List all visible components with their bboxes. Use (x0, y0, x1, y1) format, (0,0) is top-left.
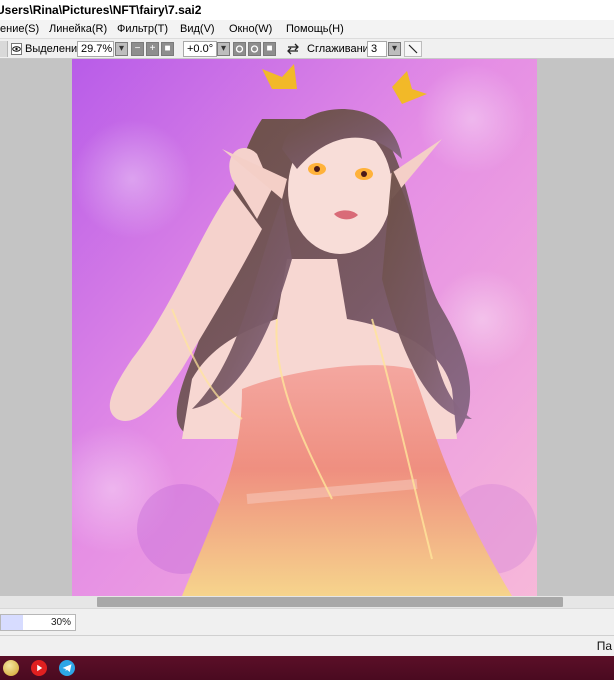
lower-panel: 30% Па (0, 608, 614, 656)
app-icon[interactable] (3, 660, 19, 676)
menu-view[interactable]: Вид(V) (180, 20, 215, 38)
rotation-dropdown-button[interactable]: ▾ (217, 42, 230, 56)
youtube-icon[interactable] (31, 660, 47, 676)
flip-icon[interactable] (286, 42, 300, 56)
title-bar: Users\Rina\Pictures\NFT\fairy\7.sai2 (0, 0, 614, 20)
menu-bar: ение(S) Линейка(R) Фильтр(T) Вид(V) Окно… (0, 20, 614, 38)
workspace[interactable] (0, 59, 614, 596)
menu-edit[interactable]: ение(S) (0, 20, 39, 38)
menu-window[interactable]: Окно(W) (229, 20, 272, 38)
zoom-in-button[interactable]: + (146, 42, 159, 56)
taskbar (0, 656, 614, 680)
status-divider (0, 635, 614, 636)
rotate-ccw-button[interactable] (233, 42, 246, 56)
window-title: Users\Rina\Pictures\NFT\fairy\7.sai2 (0, 3, 202, 17)
sai-app-window: Users\Rina\Pictures\NFT\fairy\7.sai2 ени… (0, 0, 614, 680)
artwork-illustration (72, 59, 537, 596)
toolbar-left-edge (0, 41, 8, 57)
horizontal-scrollbar[interactable] (0, 596, 614, 608)
status-text: Па (596, 639, 612, 653)
menu-filter[interactable]: Фильтр(T) (117, 20, 168, 38)
menu-help[interactable]: Помощь(H) (286, 20, 344, 38)
zoom-dropdown-button[interactable]: ▾ (115, 42, 128, 56)
rotate-cw-icon (250, 45, 259, 53)
rotate-cw-button[interactable] (248, 42, 261, 56)
rotate-ccw-icon (235, 45, 244, 53)
zoom-field[interactable]: 29.7% (77, 41, 114, 57)
drawing-canvas[interactable] (72, 59, 537, 596)
diagonal-line-icon (408, 44, 418, 54)
progress-fill (1, 615, 24, 630)
menu-ruler[interactable]: Линейка(R) (49, 20, 107, 38)
rotation-reset-button[interactable]: ■ (263, 42, 276, 56)
smoothing-label: Сглаживание (307, 43, 375, 55)
zoom-out-button[interactable]: − (131, 42, 144, 56)
eye-icon[interactable] (11, 42, 22, 56)
zoom-reset-button[interactable]: ■ (161, 42, 174, 56)
rotation-field[interactable]: +0.0° (183, 41, 217, 57)
progress-percent: 30% (50, 617, 71, 628)
toolbar: Выделение 29.7% ▾ − + ■ +0.0° ▾ ■ Сглажи… (0, 38, 614, 59)
telegram-icon[interactable] (59, 660, 75, 676)
selection-label: Выделение (25, 43, 84, 55)
scrollbar-thumb[interactable] (97, 597, 563, 607)
pen-pressure-button[interactable] (404, 41, 422, 57)
progress-bar: 30% (0, 614, 76, 631)
smoothing-field[interactable]: 3 (367, 41, 387, 57)
smoothing-dropdown-button[interactable]: ▾ (388, 42, 401, 56)
